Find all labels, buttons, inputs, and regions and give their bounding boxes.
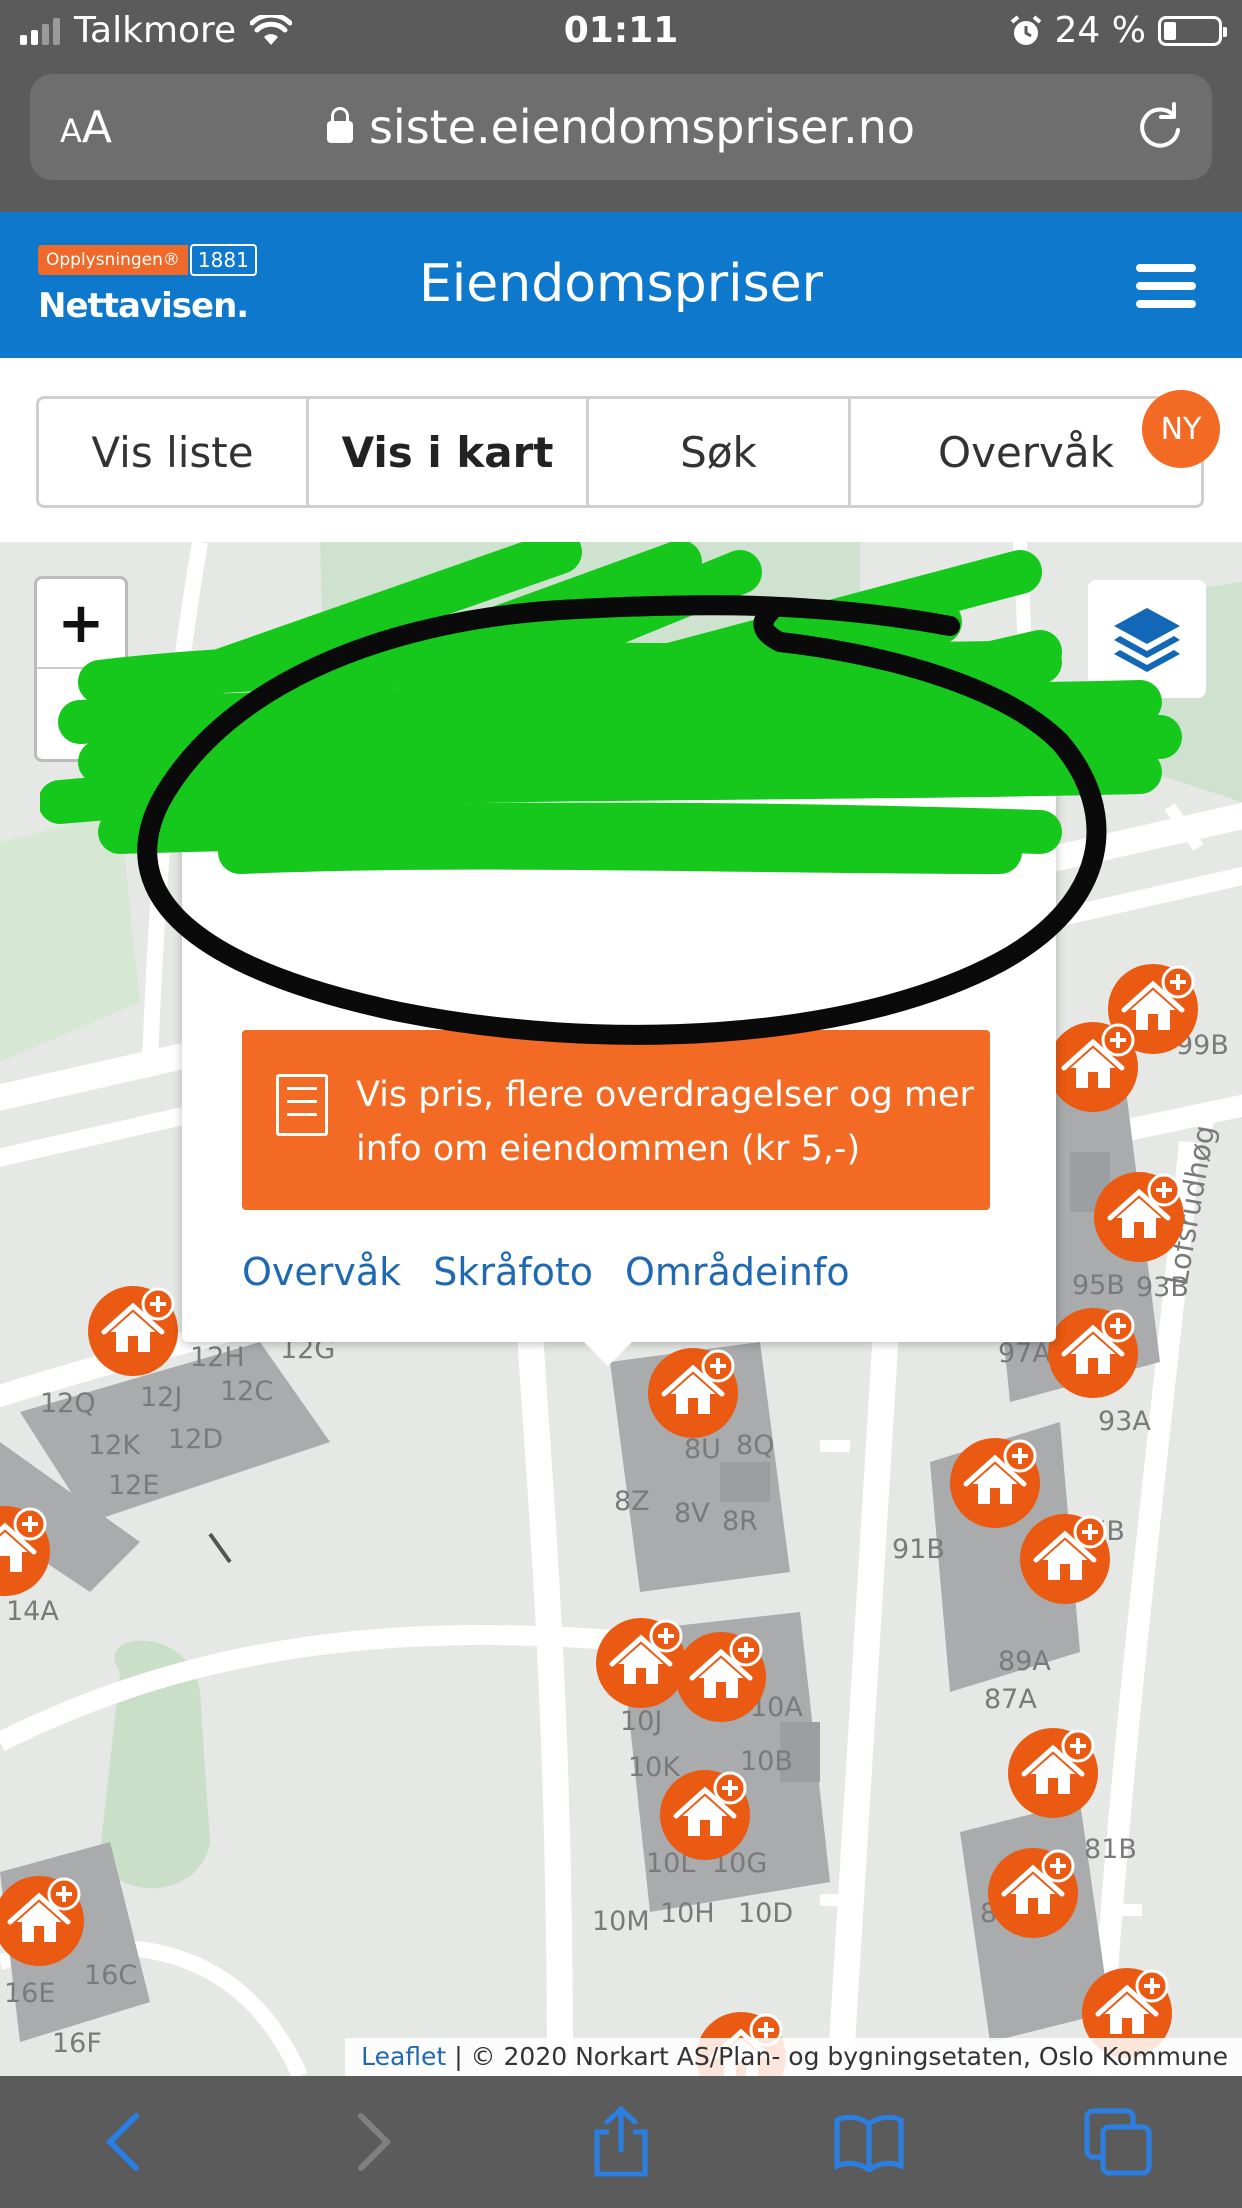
- forward-icon: [357, 2113, 391, 2171]
- address-bar[interactable]: AA siste.eiendomspriser.no: [30, 74, 1212, 180]
- page-title: Eiendomspriser: [418, 254, 824, 314]
- tab-vis-i-kart[interactable]: Vis i kart: [309, 399, 589, 505]
- browser-address-area: AA siste.eiendomspriser.no: [0, 64, 1242, 212]
- share-button[interactable]: [571, 2092, 671, 2192]
- reload-icon[interactable]: [1134, 100, 1186, 152]
- menu-icon[interactable]: [1136, 264, 1196, 308]
- battery-percent: 24 %: [1054, 10, 1146, 51]
- forward-button[interactable]: [323, 2092, 423, 2192]
- map[interactable]: 12H 12G 12C 12Q 12J 12K 12D 12E 14A 8U 8…: [0, 542, 1242, 2076]
- site-header: Opplysningen® 1881 Nettavisen. Eiendomsp…: [0, 212, 1242, 358]
- tab-sok[interactable]: Søk: [589, 399, 851, 505]
- battery-icon: [1158, 15, 1227, 46]
- tab-vis-liste[interactable]: Vis liste: [39, 399, 309, 505]
- url-text: siste.eiendomspriser.no: [368, 100, 916, 154]
- tab-bar: Vis liste Vis i kart Søk Overvåk: [36, 396, 1204, 508]
- back-icon: [105, 2113, 140, 2171]
- browser-toolbar: [0, 2076, 1242, 2208]
- tab-bar-area: Vis liste Vis i kart Søk Overvåk NY: [0, 358, 1242, 542]
- bookmarks-icon: [834, 2114, 904, 2172]
- lock-icon: [326, 107, 353, 143]
- highlight-circle-annotation: [137, 595, 1107, 1045]
- alarm-icon: [1010, 14, 1041, 45]
- new-badge: NY: [1142, 390, 1220, 468]
- tabs-button[interactable]: [1068, 2092, 1168, 2192]
- map-attribution: Leaflet | © 2020 Norkart AS/Plan- og byg…: [345, 2038, 1242, 2076]
- bookmarks-button[interactable]: [819, 2092, 919, 2192]
- attribution-text: | © 2020 Norkart AS/Plan- og bygningseta…: [454, 2042, 1228, 2071]
- tabs-icon: [1084, 2108, 1152, 2176]
- status-bar: Talkmore 01:11 24 %: [0, 0, 1242, 64]
- leaflet-link[interactable]: Leaflet: [361, 2042, 446, 2071]
- share-icon: [594, 2106, 648, 2177]
- back-button[interactable]: [74, 2092, 174, 2192]
